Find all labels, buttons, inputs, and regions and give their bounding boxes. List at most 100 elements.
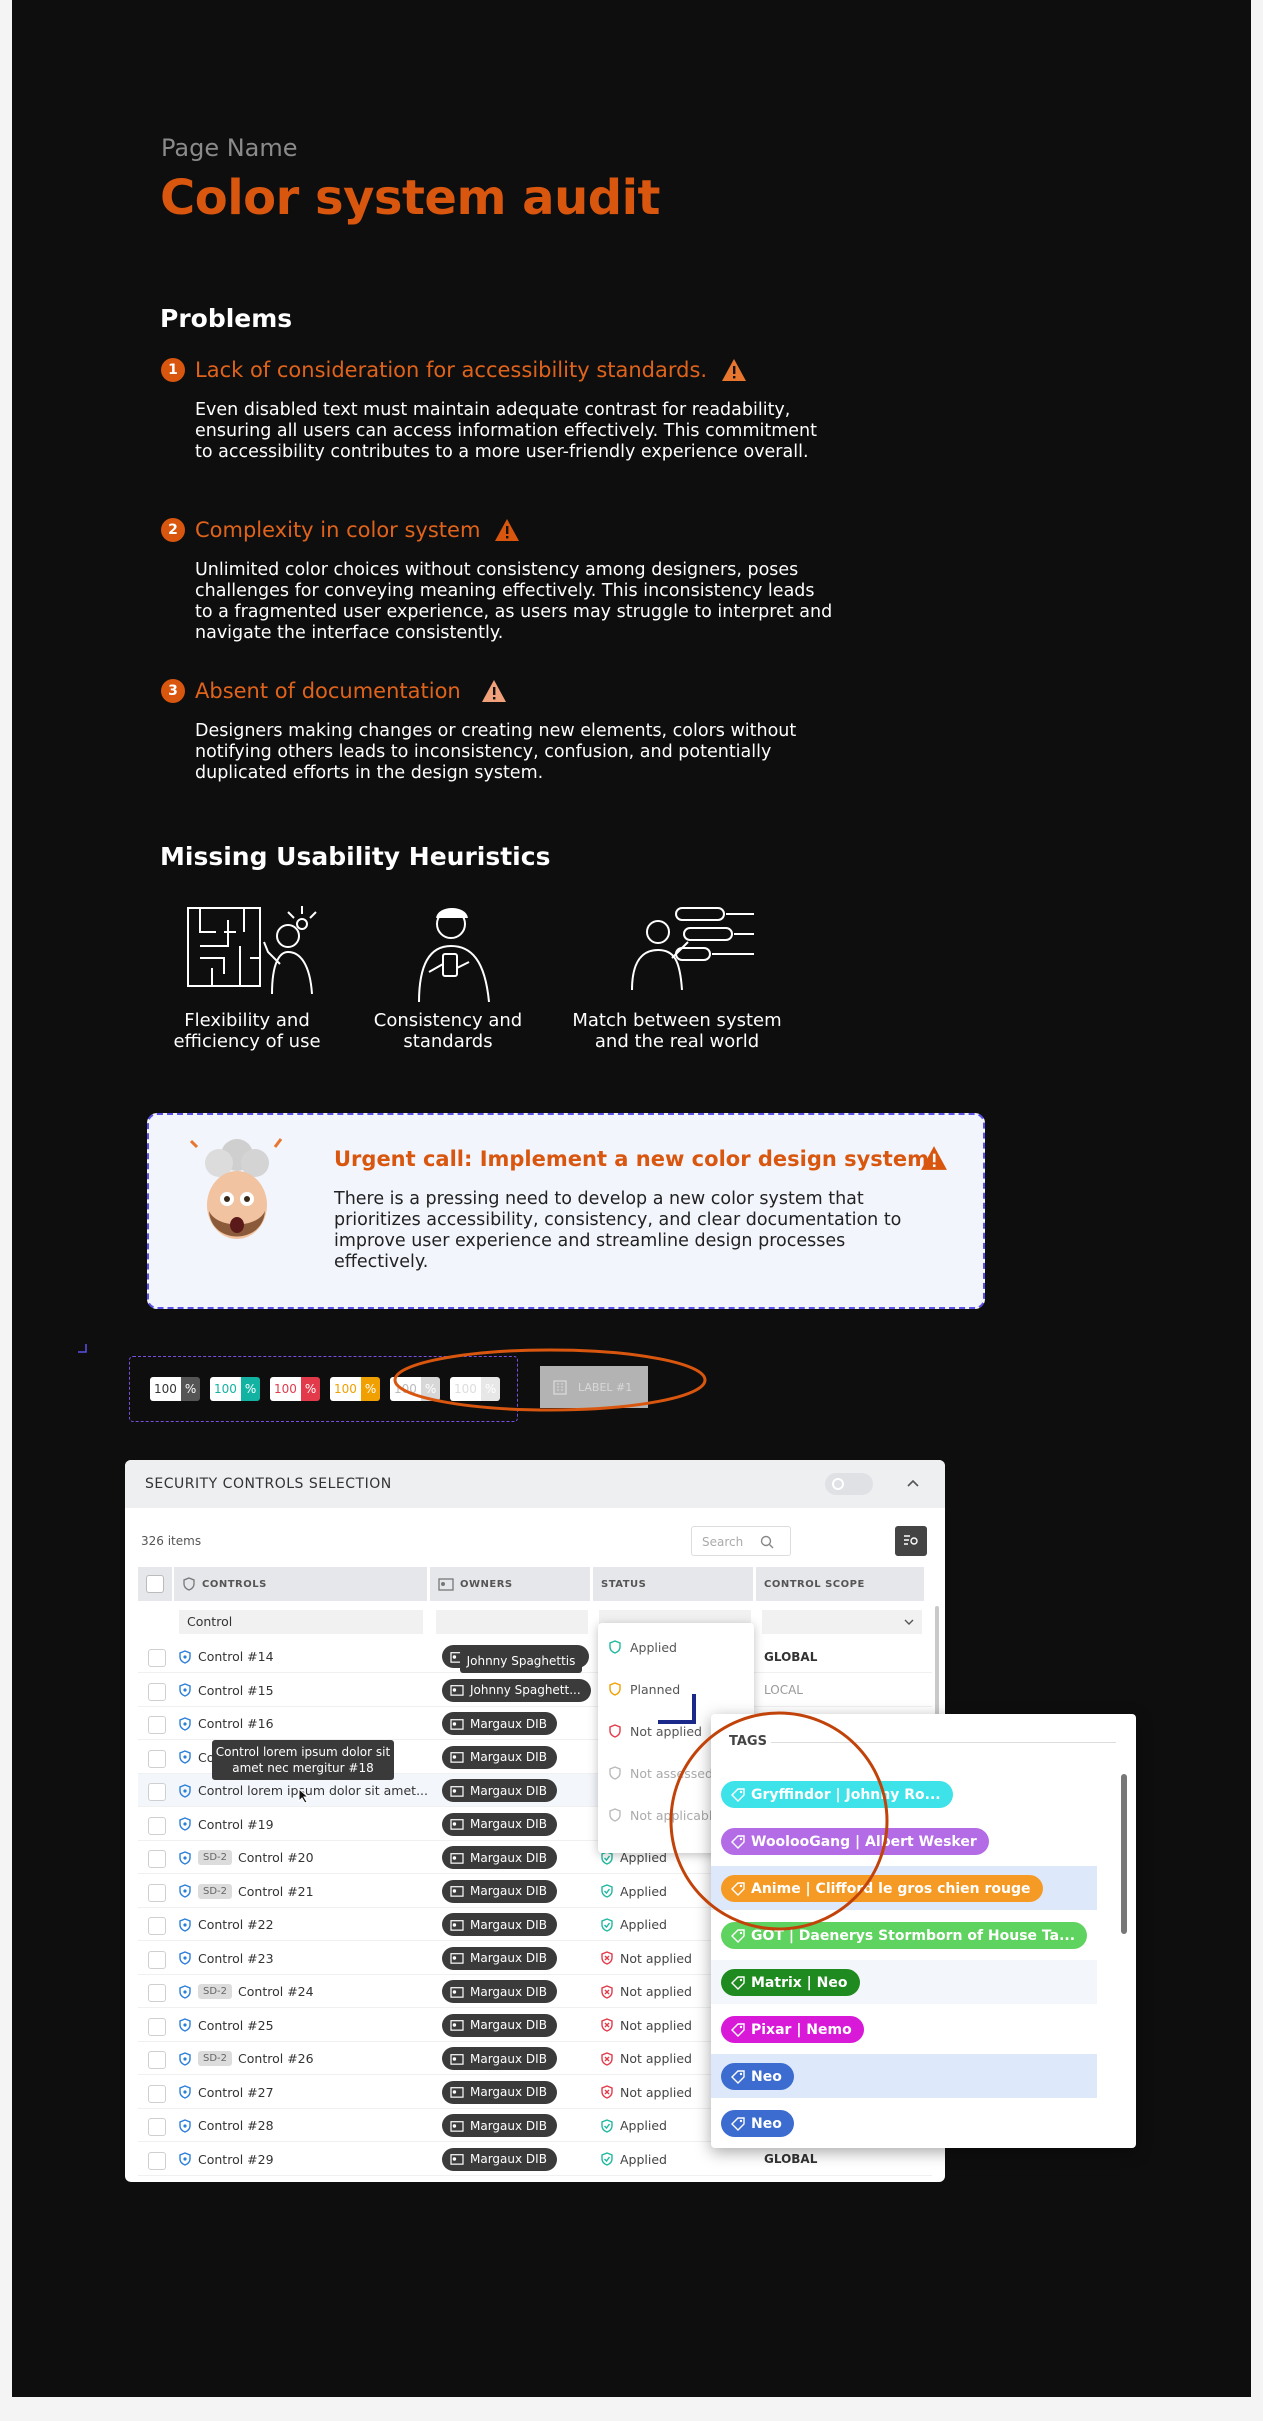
row-checkbox[interactable] [148, 2151, 166, 2170]
problem-number-badge: 2 [161, 518, 185, 542]
owner-chip[interactable]: Margaux DIB [442, 1913, 557, 1936]
problem-number-badge: 1 [161, 358, 185, 382]
status-option[interactable]: Applied [608, 1637, 677, 1657]
row-checkbox[interactable] [148, 1649, 166, 1667]
select-all-checkbox[interactable] [146, 1575, 164, 1593]
status-cell[interactable]: Not applied [600, 1975, 692, 2008]
owner-filter-input[interactable] [436, 1610, 588, 1634]
control-cell[interactable]: Control #27 [178, 2076, 274, 2109]
control-cell[interactable]: Control #29 [178, 2143, 274, 2176]
table-row[interactable]: Control #15 Johnny Spaghett... LOCAL [138, 1674, 932, 1707]
warning-icon [481, 680, 506, 702]
urgent-title: Urgent call: Implement a new color desig… [334, 1147, 929, 1171]
owner-chip[interactable]: Margaux DIB [442, 2047, 557, 2070]
status-cell[interactable]: Applied [600, 2143, 667, 2176]
control-cell[interactable]: Control #16 [178, 1707, 274, 1740]
tag-row[interactable]: Neo [711, 2054, 1097, 2098]
status-cell[interactable]: Applied [600, 1875, 667, 1908]
column-header-status[interactable]: STATUS [593, 1567, 753, 1601]
tag-row[interactable]: Matrix | Neo [711, 1960, 1097, 2004]
owner-chip[interactable]: Margaux DIB [442, 1712, 557, 1735]
control-cell[interactable]: SD-2 Control #24 [178, 1975, 314, 2008]
row-checkbox[interactable] [148, 1749, 166, 1768]
exploding-head-memoji-icon [189, 1138, 283, 1239]
x-shield-icon [601, 1984, 613, 1999]
owner-chip[interactable]: Margaux DIB [442, 2147, 557, 2171]
row-checkbox[interactable] [148, 2084, 166, 2103]
tag-pill[interactable]: Neo [721, 2063, 794, 2090]
tag-pill[interactable]: Pixar | Nemo [721, 2016, 864, 2043]
control-cell[interactable]: Control #15 [178, 1674, 274, 1707]
control-cell[interactable]: Control #25 [178, 2009, 274, 2042]
owner-chip[interactable]: Johnny Spaghett... [442, 1678, 591, 1702]
control-cell[interactable]: Control #23 [178, 1942, 274, 1975]
column-header-owners[interactable]: OWNERS [430, 1567, 590, 1601]
row-checkbox[interactable] [148, 2118, 166, 2136]
control-cell[interactable]: Control #14 [178, 1640, 274, 1673]
owner-chip[interactable]: Margaux DIB [442, 2114, 557, 2137]
tag-row[interactable]: Pixar | Nemo [711, 2007, 1097, 2051]
id-card-icon [450, 1785, 464, 1797]
id-card-icon [450, 1953, 464, 1964]
control-cell[interactable]: Control #19 [178, 1808, 274, 1841]
id-card-icon [438, 1578, 454, 1591]
column-header-controls[interactable]: CONTROLS [174, 1567, 427, 1601]
owner-chip[interactable]: Margaux DIB [442, 1779, 557, 1802]
tag-pill[interactable]: Matrix | Neo [721, 1969, 860, 1996]
chevron-up-icon[interactable] [907, 1478, 919, 1488]
tag-row[interactable]: Neo [711, 2101, 1097, 2145]
shield-icon [179, 1783, 191, 1798]
status-cell[interactable]: Applied [600, 2109, 667, 2142]
control-cell[interactable]: SD-2 Control #20 [178, 1841, 314, 1874]
row-checkbox[interactable] [148, 2051, 166, 2069]
row-checkbox[interactable] [148, 1950, 166, 1969]
row-checkbox[interactable] [148, 1917, 166, 1935]
row-checkbox[interactable] [148, 1883, 166, 1902]
status-cell[interactable]: Not applied [600, 2076, 692, 2109]
row-checkbox[interactable] [148, 1682, 166, 1701]
shield-icon [179, 1817, 191, 1831]
owner-chip[interactable]: Margaux DIB [442, 1812, 557, 1836]
control-cell[interactable]: Control #22 [178, 1908, 274, 1941]
control-cell[interactable]: SD-2 Control #26 [178, 2042, 314, 2075]
settings-toggle[interactable] [825, 1473, 873, 1495]
control-cell[interactable]: SD-2 Control #21 [178, 1875, 314, 1908]
scope-cell[interactable]: GLOBAL [764, 1640, 817, 1673]
owner-chip[interactable]: Margaux DIB [442, 1745, 557, 1769]
row-checkbox[interactable] [148, 1816, 166, 1835]
search-placeholder: Search [702, 1535, 744, 1549]
shield-icon [179, 2051, 191, 2066]
scope-filter-select[interactable] [762, 1610, 922, 1634]
tag-label: Matrix | Neo [751, 1974, 848, 1991]
control-cell[interactable]: Control #28 [178, 2109, 274, 2142]
chevron-down-icon [904, 1619, 914, 1625]
status-cell[interactable]: Applied [600, 1908, 667, 1941]
row-checkbox[interactable] [148, 1783, 166, 1801]
row-checkbox[interactable] [148, 1716, 166, 1734]
search-input[interactable]: Search [691, 1526, 791, 1556]
status-cell[interactable]: Not applied [600, 1942, 692, 1975]
id-card-icon [450, 2120, 464, 2132]
owner-name: Margaux DIB [470, 1850, 547, 1865]
status-cell[interactable]: Not applied [600, 2042, 692, 2075]
problem-title-text: Absent of documentation [195, 679, 461, 703]
tags-scrollbar[interactable] [1121, 1774, 1127, 1934]
owner-chip[interactable]: Margaux DIB [442, 2080, 557, 2104]
row-checkbox[interactable] [148, 1984, 166, 2002]
tag-pill[interactable]: Neo [721, 2110, 794, 2137]
row-checkbox[interactable] [148, 2017, 166, 2036]
control-filter-input[interactable]: Control [179, 1610, 423, 1634]
owner-chip[interactable]: Margaux DIB [442, 1946, 557, 1970]
advanced-search-button[interactable] [895, 1526, 927, 1556]
control-name: Control #20 [238, 1850, 314, 1865]
scope-text: LOCAL [764, 1683, 803, 1697]
row-checkbox[interactable] [148, 1850, 166, 1868]
owner-chip[interactable]: Margaux DIB [442, 1879, 557, 1903]
owner-name: Margaux DIB [470, 1783, 547, 1798]
status-cell[interactable]: Not applied [600, 2009, 692, 2042]
owner-chip[interactable]: Margaux DIB [442, 2013, 557, 2037]
owner-chip[interactable]: Margaux DIB [442, 1846, 557, 1869]
scope-cell[interactable]: LOCAL [764, 1674, 803, 1707]
column-header-control-scope[interactable]: CONTROL SCOPE [756, 1567, 924, 1601]
owner-chip[interactable]: Margaux DIB [442, 1980, 557, 2003]
